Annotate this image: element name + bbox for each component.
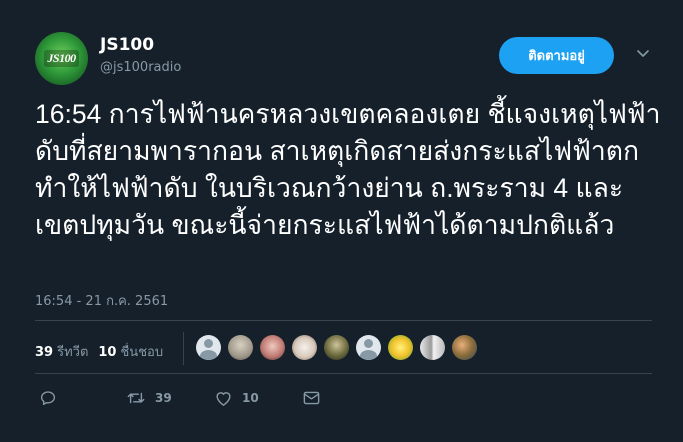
liker-avatar[interactable] xyxy=(388,335,413,360)
tweet-timestamp[interactable]: 16:54 - 21 ก.ค. 2561 xyxy=(35,290,168,311)
retweets-stat[interactable]: 39 รีทวีต xyxy=(35,341,88,362)
heart-icon xyxy=(216,392,231,406)
retweet-count: 39 xyxy=(155,391,172,405)
liker-avatar[interactable] xyxy=(292,335,317,360)
account-handle[interactable]: @js100radio xyxy=(100,60,181,75)
likes-label: ชื่นชอบ xyxy=(120,345,164,360)
account-avatar[interactable]: JS100 xyxy=(35,32,88,85)
tweet-actions: 39 10 xyxy=(0,389,683,409)
stats-separator xyxy=(183,332,184,365)
reply-icon xyxy=(40,391,56,406)
divider-bottom xyxy=(35,373,652,374)
liker-avatars xyxy=(196,335,484,360)
retweet-icon xyxy=(127,392,145,404)
following-button[interactable]: ติดตามอยู่ xyxy=(499,37,614,74)
account-name[interactable]: JS100 xyxy=(100,35,154,55)
direct-message-button[interactable] xyxy=(302,389,321,407)
avatar-logo-text: JS100 xyxy=(44,50,79,67)
engagement-stats: 39 รีทวีต 10 ชื่นชอบ xyxy=(35,341,163,362)
chevron-down-icon[interactable] xyxy=(634,44,652,62)
retweets-count: 39 xyxy=(35,345,54,360)
liker-avatar[interactable] xyxy=(260,335,285,360)
envelope-icon xyxy=(303,391,320,405)
divider-top xyxy=(35,320,652,321)
tweet-text: 16:54 การไฟฟ้านครหลวงเขตคลองเตย ชี้แจงเห… xyxy=(35,99,661,240)
like-button[interactable]: 10 xyxy=(214,389,259,407)
liker-avatar[interactable] xyxy=(420,335,445,360)
reply-button[interactable] xyxy=(39,389,57,407)
liker-avatar[interactable] xyxy=(228,335,253,360)
liker-avatar[interactable] xyxy=(324,335,349,360)
like-count: 10 xyxy=(242,391,259,405)
retweets-label: รีทวีต xyxy=(57,345,89,360)
likes-stat[interactable]: 10 ชื่นชอบ xyxy=(98,341,163,362)
liker-avatar[interactable] xyxy=(452,335,477,360)
liker-avatar[interactable] xyxy=(196,335,221,360)
likes-count: 10 xyxy=(98,345,117,360)
retweet-button[interactable]: 39 xyxy=(126,389,172,407)
liker-avatar[interactable] xyxy=(356,335,381,360)
